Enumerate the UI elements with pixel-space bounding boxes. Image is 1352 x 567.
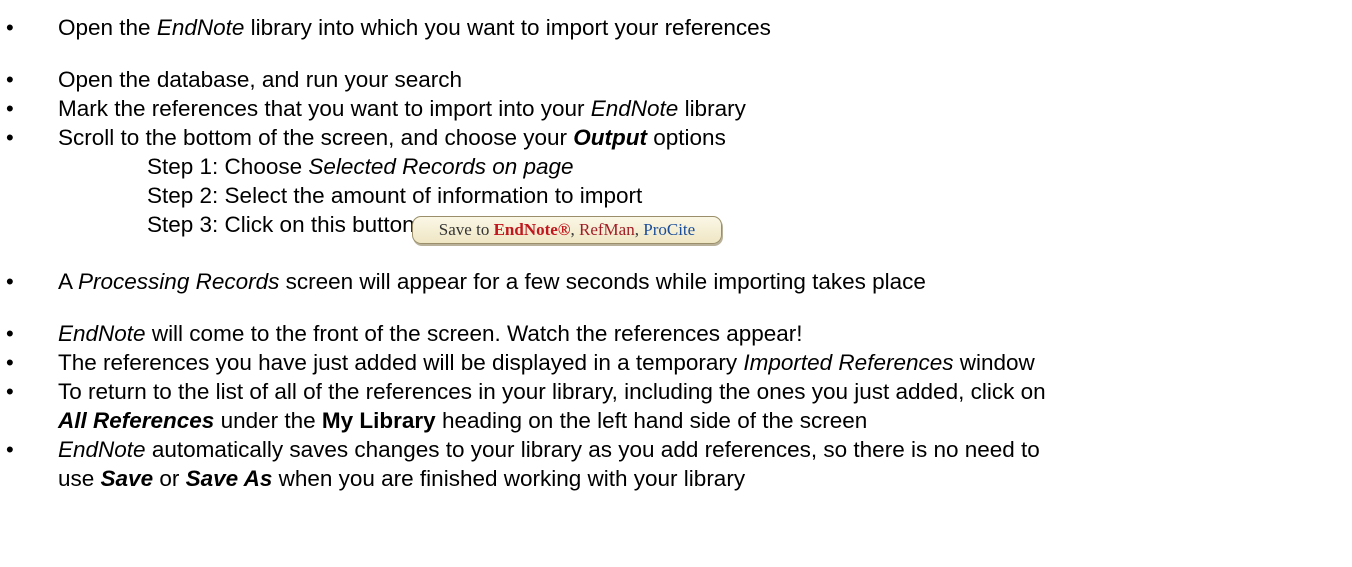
bullet-icon: • — [6, 15, 14, 40]
step-1: Step 1: Choose Selected Records on page — [147, 154, 574, 179]
list-item-text-continued: use Save or Save As when you are finishe… — [58, 466, 746, 491]
list-item-text: The references you have just added will … — [58, 350, 1035, 375]
list-item-text: EndNote automatically saves changes to y… — [58, 437, 1040, 462]
list-item-text: A Processing Records screen will appear … — [58, 269, 926, 294]
bullet-icon: • — [6, 67, 14, 92]
step-2: Step 2: Select the amount of information… — [147, 183, 643, 208]
bullet-icon: • — [6, 96, 14, 121]
list-item-text: EndNote will come to the front of the sc… — [58, 321, 803, 346]
bullet-icon: • — [6, 379, 14, 404]
list-item-text: Open the EndNote library into which you … — [58, 15, 771, 40]
list-item-text-continued: All References under the My Library head… — [58, 408, 868, 433]
bullet-icon: • — [6, 321, 14, 346]
bullet-icon: • — [6, 437, 14, 462]
list-item-text: To return to the list of all of the refe… — [58, 379, 1046, 404]
save-to-endnote-button[interactable]: Save to EndNote®, RefMan, ProCite — [412, 216, 722, 244]
list-item-text: Open the database, and run your search — [58, 67, 463, 92]
bullet-icon: • — [6, 350, 14, 375]
bullet-icon: • — [6, 269, 14, 294]
list-item-text: Mark the references that you want to imp… — [58, 96, 746, 121]
step-3: Step 3: Click on this button — [147, 212, 415, 237]
bullet-icon: • — [6, 125, 14, 150]
list-item-text: Scroll to the bottom of the screen, and … — [58, 125, 726, 150]
